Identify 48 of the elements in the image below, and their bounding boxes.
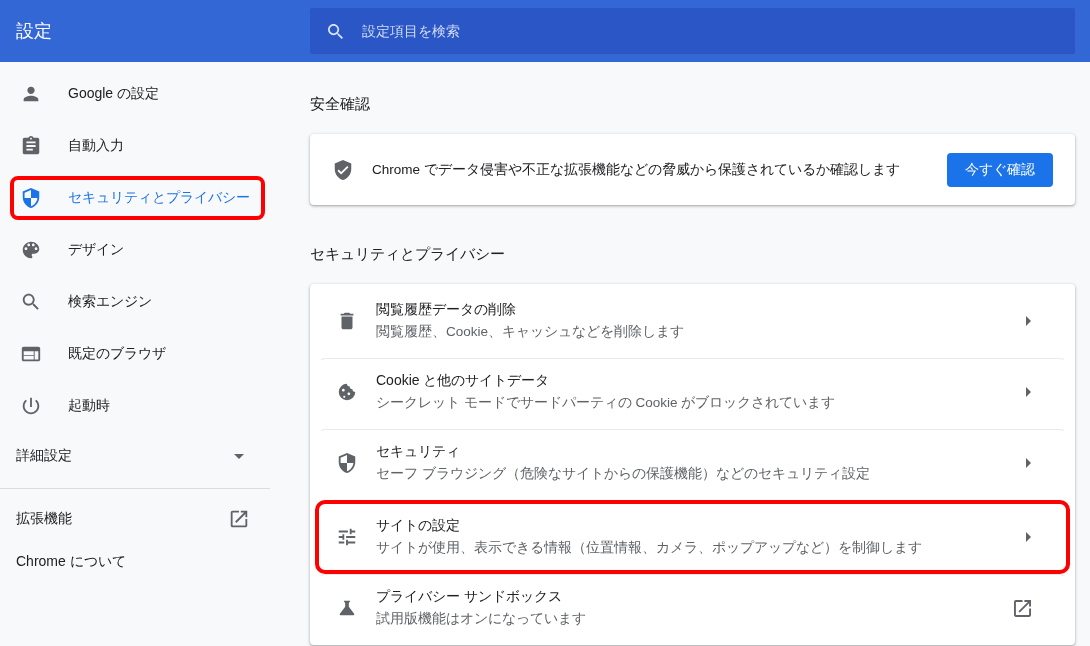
sidebar-item[interactable]: 検索エンジン [10,280,265,324]
external-link-icon [228,508,250,530]
safety-check-text: Chrome でデータ侵害や不正な拡張機能などの脅威から保護されているか確認します [372,160,901,179]
row-subtitle: 閲覧履歴、Cookie、キャッシュなどを削除します [376,323,686,341]
palette-icon [20,239,42,261]
settings-row[interactable]: プライバシー サンドボックス 試用版機能はオンになっています [315,574,1070,645]
sidebar-item[interactable]: セキュリティとプライバシー [10,176,265,220]
section-heading: セキュリティとプライバシー [310,245,506,264]
search-icon [328,24,343,39]
about-link[interactable]: Chrome について [0,542,270,582]
row-title: セキュリティ [376,443,461,461]
settings-row[interactable]: Cookie と他のサイトデータ シークレット モードでサードパーティの Cookie がブロックされています [315,358,1070,429]
chevron-right-icon [1026,458,1031,468]
settings-row[interactable]: サイトの設定 サイトが使用、表示できる情報（位置情報、カメラ、ポップアップなど）を制御します [315,500,1070,574]
sidebar-item[interactable]: 起動時 [10,384,265,428]
row-subtitle: 試用版機能はオンになっています [376,610,587,628]
chevron-right-icon [1026,387,1031,397]
row-subtitle: サイトが使用、表示できる情報（位置情報、カメラ、ポップアップなど）を制御します [376,539,923,557]
row-title: サイトの設定 [376,517,461,535]
shield-check-icon [332,158,354,181]
page-title: 設定 [15,20,53,43]
row-subtitle: セーフ ブラウジング（危険なサイトからの保護機能）などのセキュリティ設定 [376,465,871,483]
clipboard-icon [20,135,42,157]
sidebar-item[interactable]: 既定のブラウザ [10,332,265,376]
sidebar-item[interactable]: Google の設定 [10,72,265,116]
power-icon [20,395,42,417]
extensions-link[interactable]: 拡張機能 [0,499,270,539]
chevron-right-icon [1026,532,1031,542]
sliders-icon [336,526,358,548]
external-link-icon [1014,599,1031,617]
sidebar-item[interactable]: 自動入力 [10,124,265,168]
advanced-toggle[interactable]: 詳細設定 [0,436,270,476]
section-heading: 安全確認 [310,95,371,114]
row-subtitle: シークレット モードでサードパーティの Cookie がブロックされています [376,394,837,412]
search-icon [20,291,42,313]
settings-row[interactable]: セキュリティ セーフ ブラウジング（危険なサイトからの保護機能）などのセキュリティ設定 [315,429,1070,500]
shield-icon [336,452,358,474]
settings-row[interactable]: 閲覧履歴データの削除 閲覧履歴、Cookie、キャッシュなどを削除します [315,284,1070,358]
sidebar-item[interactable]: デザイン [10,228,265,272]
check-now-button[interactable]: 今すぐ確認 [947,152,1053,187]
search-field[interactable]: 設定項目を検索 [310,8,1075,54]
row-title: Cookie と他のサイトデータ [376,372,551,390]
row-title: 閲覧履歴データの削除 [376,301,517,319]
cookie-icon [336,381,358,403]
caret-icon [234,453,244,459]
shield-icon [20,187,42,209]
chevron-right-icon [1026,316,1031,326]
row-title: プライバシー サンドボックス [376,588,563,606]
